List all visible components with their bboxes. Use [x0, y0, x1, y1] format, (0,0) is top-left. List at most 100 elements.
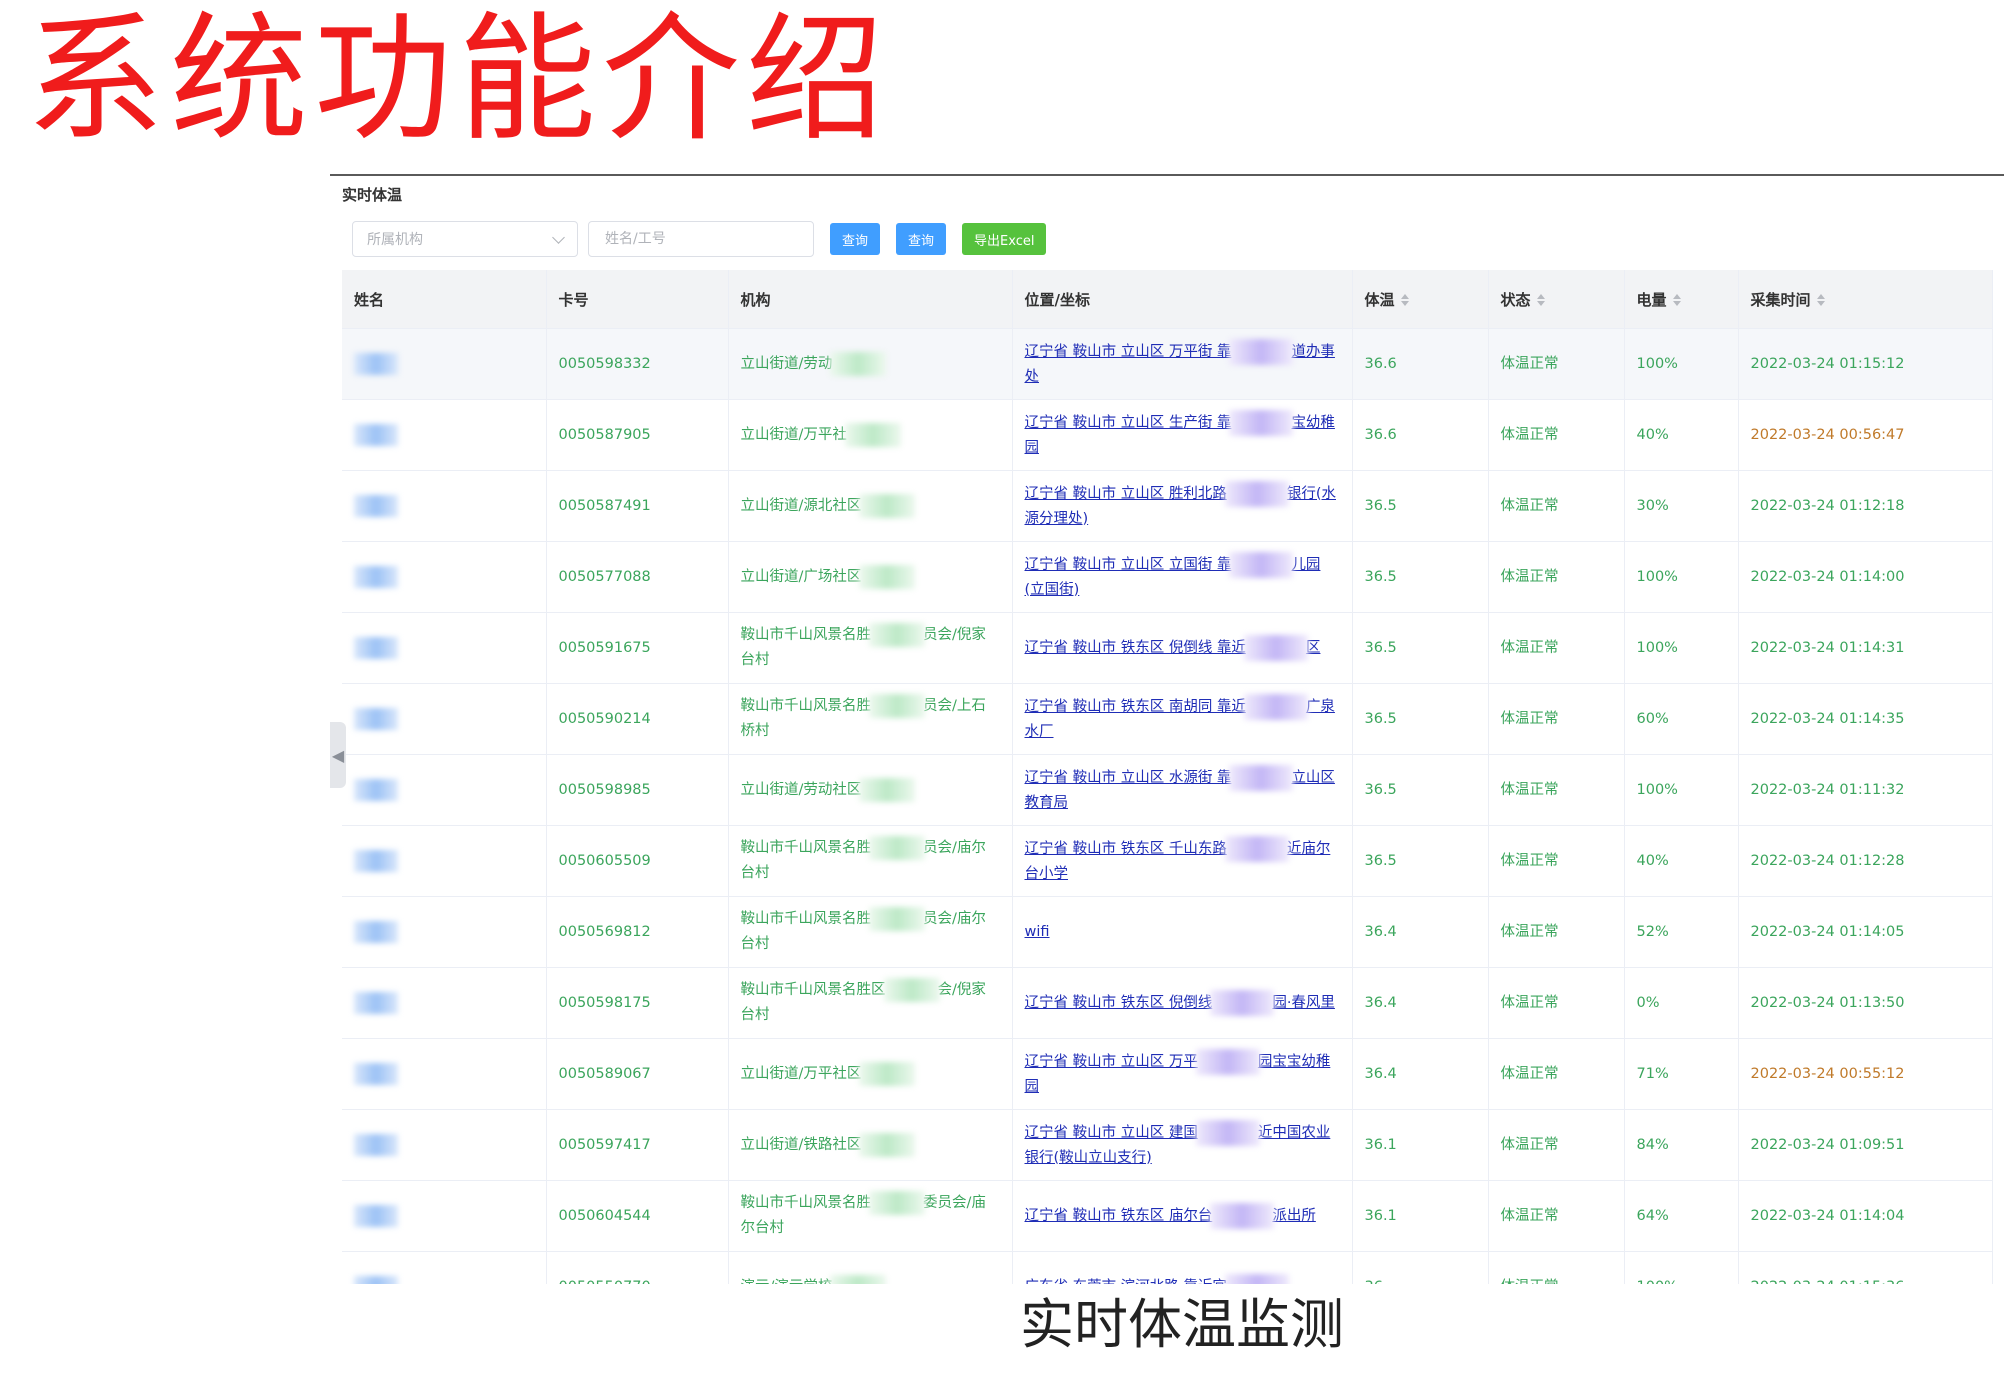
header-temp[interactable]: 体温	[1352, 270, 1489, 329]
cell-location[interactable]: 辽宁省 鞍山市 立山区 立国街 靠儿园(立国街)	[1012, 541, 1353, 613]
table-row[interactable]: 0050569812 鞍山市千山风景名胜 员会/庙尔台村 wifi 36.4 体温正常 52…	[342, 896, 1993, 968]
header-status[interactable]: 状态	[1488, 270, 1625, 329]
cell-temp: 36.6	[1352, 328, 1489, 400]
redacted-org	[883, 978, 940, 1002]
cell-status: 体温正常	[1488, 1109, 1625, 1181]
export-excel-button[interactable]: 导出Excel	[962, 223, 1047, 255]
sort-icon[interactable]	[1400, 294, 1409, 306]
location-link[interactable]: 辽宁省 鞍山市 立山区 立国街 靠儿园(立国街)	[1025, 551, 1320, 598]
location-link[interactable]: 辽宁省 鞍山市 立山区 胜利北路 银行(水源分理处)	[1025, 480, 1336, 527]
location-link[interactable]: 辽宁省 鞍山市 铁东区 南胡同 靠近 广泉水厂	[1025, 693, 1335, 740]
redacted-org	[830, 1274, 887, 1284]
cell-location[interactable]: wifi	[1012, 896, 1353, 968]
query-button-1[interactable]: 查询	[830, 223, 881, 255]
name-input[interactable]	[588, 221, 814, 257]
table-row[interactable]: 0050587491 立山街道/源北社区 辽宁省 鞍山市 立山区 胜利北路 银行(水源…	[342, 470, 1993, 542]
redacted-name	[354, 494, 398, 517]
cell-name[interactable]	[342, 683, 547, 755]
cell-location[interactable]: 辽宁省 鞍山市 立山区 生产街 靠宝幼稚园	[1012, 399, 1353, 471]
redacted-name	[354, 920, 398, 943]
location-link[interactable]: 辽宁省 鞍山市 立山区 水源街 靠立山区教育局	[1025, 764, 1335, 811]
cell-location[interactable]: 辽宁省 鞍山市 立山区 万平 园宝宝幼稚园	[1012, 1038, 1353, 1110]
cell-card: 0050598175	[546, 967, 729, 1039]
cell-name[interactable]	[342, 896, 547, 968]
cell-location[interactable]: 辽宁省 鞍山市 铁东区 南胡同 靠近 广泉水厂	[1012, 683, 1353, 755]
cell-name[interactable]	[342, 1251, 547, 1284]
cell-name[interactable]	[342, 612, 547, 684]
cell-name[interactable]	[342, 1109, 547, 1181]
cell-name[interactable]	[342, 1180, 547, 1252]
sort-icon[interactable]	[1536, 294, 1545, 306]
table-row[interactable]: 0050604544 鞍山市千山风景名胜 委员会/庙尔台村 辽宁省 鞍山市 铁东区 庙…	[342, 1180, 1993, 1252]
location-link[interactable]: wifi	[1025, 924, 1050, 940]
table-row[interactable]: 0050605509 鞍山市千山风景名胜 员会/庙尔台村 辽宁省 鞍山市 铁东区 千山…	[342, 825, 1993, 897]
location-link[interactable]: 辽宁省 鞍山市 铁东区 千山东路 近庙尔台小学	[1025, 835, 1330, 882]
redacted-name	[354, 423, 398, 446]
redacted-location	[1229, 338, 1294, 365]
table-row[interactable]: 0050598332 立山街道/劳动 辽宁省 鞍山市 立山区 万平街 靠道办事处 36…	[342, 328, 1993, 400]
table-row[interactable]: 0050590214 鞍山市千山风景名胜 员会/上石桥村 辽宁省 鞍山市 铁东区 南胡…	[342, 683, 1993, 755]
cell-location[interactable]: 广东省 东莞市 滨河北路 靠近宜	[1012, 1251, 1353, 1284]
cell-location[interactable]: 辽宁省 鞍山市 立山区 水源街 靠立山区教育局	[1012, 754, 1353, 826]
cell-card: 0050604544	[546, 1180, 729, 1252]
cell-location[interactable]: 辽宁省 鞍山市 立山区 建国 近中国农业银行(鞍山立山支行)	[1012, 1109, 1353, 1181]
query-button-2[interactable]: 查询	[896, 223, 947, 255]
location-link[interactable]: 辽宁省 鞍山市 立山区 建国 近中国农业银行(鞍山立山支行)	[1025, 1119, 1330, 1166]
cell-org: 鞍山市千山风景名胜 委员会/庙尔台村	[728, 1180, 1013, 1252]
cell-name[interactable]	[342, 967, 547, 1039]
cell-org: 鞍山市千山风景名胜 员会/庙尔台村	[728, 825, 1013, 897]
chevron-left-icon: ◀	[331, 745, 345, 765]
org-select[interactable]: 所属机构	[352, 221, 578, 257]
cell-location[interactable]: 辽宁省 鞍山市 铁东区 倪倒线 园·春风里	[1012, 967, 1353, 1039]
redacted-name	[354, 1275, 398, 1284]
cell-card: 0050598985	[546, 754, 729, 826]
cell-name[interactable]	[342, 541, 547, 613]
redacted-location	[1229, 764, 1294, 791]
cell-name[interactable]	[342, 825, 547, 897]
table-row[interactable]: 0050589067 立山街道/万平社区 辽宁省 鞍山市 立山区 万平 园宝宝幼稚园 3…	[342, 1038, 1993, 1110]
location-link[interactable]: 辽宁省 鞍山市 铁东区 庙尔台 派出所	[1025, 1203, 1316, 1229]
table-row[interactable]: 0050598985 立山街道/劳动社区 辽宁省 鞍山市 立山区 水源街 靠立山区教…	[342, 754, 1993, 826]
table-row[interactable]: 0050550770演示/演示学校广东省 东莞市 滨河北路 靠近宜 36体温正常1…	[342, 1251, 1993, 1284]
table-row[interactable]: 0050598175 鞍山市千山风景名胜区 会/倪家台村 辽宁省 鞍山市 铁东区 倪倒…	[342, 967, 1993, 1039]
cell-status: 体温正常	[1488, 1038, 1625, 1110]
cell-temp: 36.5	[1352, 470, 1489, 542]
cell-card: 0050598332	[546, 328, 729, 400]
header-name: 姓名	[342, 270, 547, 329]
cell-location[interactable]: 辽宁省 鞍山市 立山区 胜利北路 银行(水源分理处)	[1012, 470, 1353, 542]
location-link[interactable]: 辽宁省 鞍山市 铁东区 倪倒线 园·春风里	[1025, 990, 1335, 1016]
cell-location[interactable]: 辽宁省 鞍山市 铁东区 庙尔台 派出所	[1012, 1180, 1353, 1252]
chevron-down-icon	[552, 230, 565, 244]
cell-temp: 36.5	[1352, 541, 1489, 613]
cell-location[interactable]: 辽宁省 鞍山市 铁东区 倪倒线 靠近区	[1012, 612, 1353, 684]
header-time[interactable]: 采集时间	[1738, 270, 1993, 329]
cell-name[interactable]	[342, 470, 547, 542]
location-link[interactable]: 辽宁省 鞍山市 铁东区 倪倒线 靠近区	[1025, 635, 1320, 661]
redacted-location	[1243, 635, 1308, 661]
cell-name[interactable]	[342, 399, 547, 471]
cell-name[interactable]	[342, 1038, 547, 1110]
cell-time: 2022-03-24 01:09:51	[1738, 1109, 1993, 1181]
table-row[interactable]: 0050587905 立山街道/万平社 辽宁省 鞍山市 立山区 生产街 靠宝幼稚园 3…	[342, 399, 1993, 471]
redacted-org	[869, 907, 925, 931]
redacted-name	[354, 849, 398, 872]
cell-name[interactable]	[342, 754, 547, 826]
cell-location[interactable]: 辽宁省 鞍山市 铁东区 千山东路 近庙尔台小学	[1012, 825, 1353, 897]
cell-org: 鞍山市千山风景名胜 员会/倪家台村	[728, 612, 1013, 684]
table-row[interactable]: 0050577088 立山街道/广场社区 辽宁省 鞍山市 立山区 立国街 靠儿园(立…	[342, 541, 1993, 613]
cell-card: 0050605509	[546, 825, 729, 897]
table-row[interactable]: 0050591675 鞍山市千山风景名胜 员会/倪家台村 辽宁省 鞍山市 铁东区 倪倒…	[342, 612, 1993, 684]
cell-name[interactable]	[342, 328, 547, 400]
location-link[interactable]: 辽宁省 鞍山市 立山区 万平 园宝宝幼稚园	[1025, 1048, 1330, 1095]
sidebar-collapse-handle[interactable]: ◀	[330, 722, 346, 788]
sort-icon[interactable]	[1672, 294, 1681, 306]
location-link[interactable]: 辽宁省 鞍山市 立山区 万平街 靠道办事处	[1025, 338, 1335, 385]
location-link[interactable]: 广东省 东莞市 滨河北路 靠近宜	[1025, 1274, 1289, 1284]
cell-location[interactable]: 辽宁省 鞍山市 立山区 万平街 靠道办事处	[1012, 328, 1353, 400]
header-battery[interactable]: 电量	[1624, 270, 1739, 329]
cell-status: 体温正常	[1488, 825, 1625, 897]
location-link[interactable]: 辽宁省 鞍山市 立山区 生产街 靠宝幼稚园	[1025, 409, 1335, 456]
sort-icon[interactable]	[1816, 294, 1825, 306]
table-row[interactable]: 0050597417 立山街道/铁路社区 辽宁省 鞍山市 立山区 建国 近中国农业银行…	[342, 1109, 1993, 1181]
cell-temp: 36.4	[1352, 1038, 1489, 1110]
